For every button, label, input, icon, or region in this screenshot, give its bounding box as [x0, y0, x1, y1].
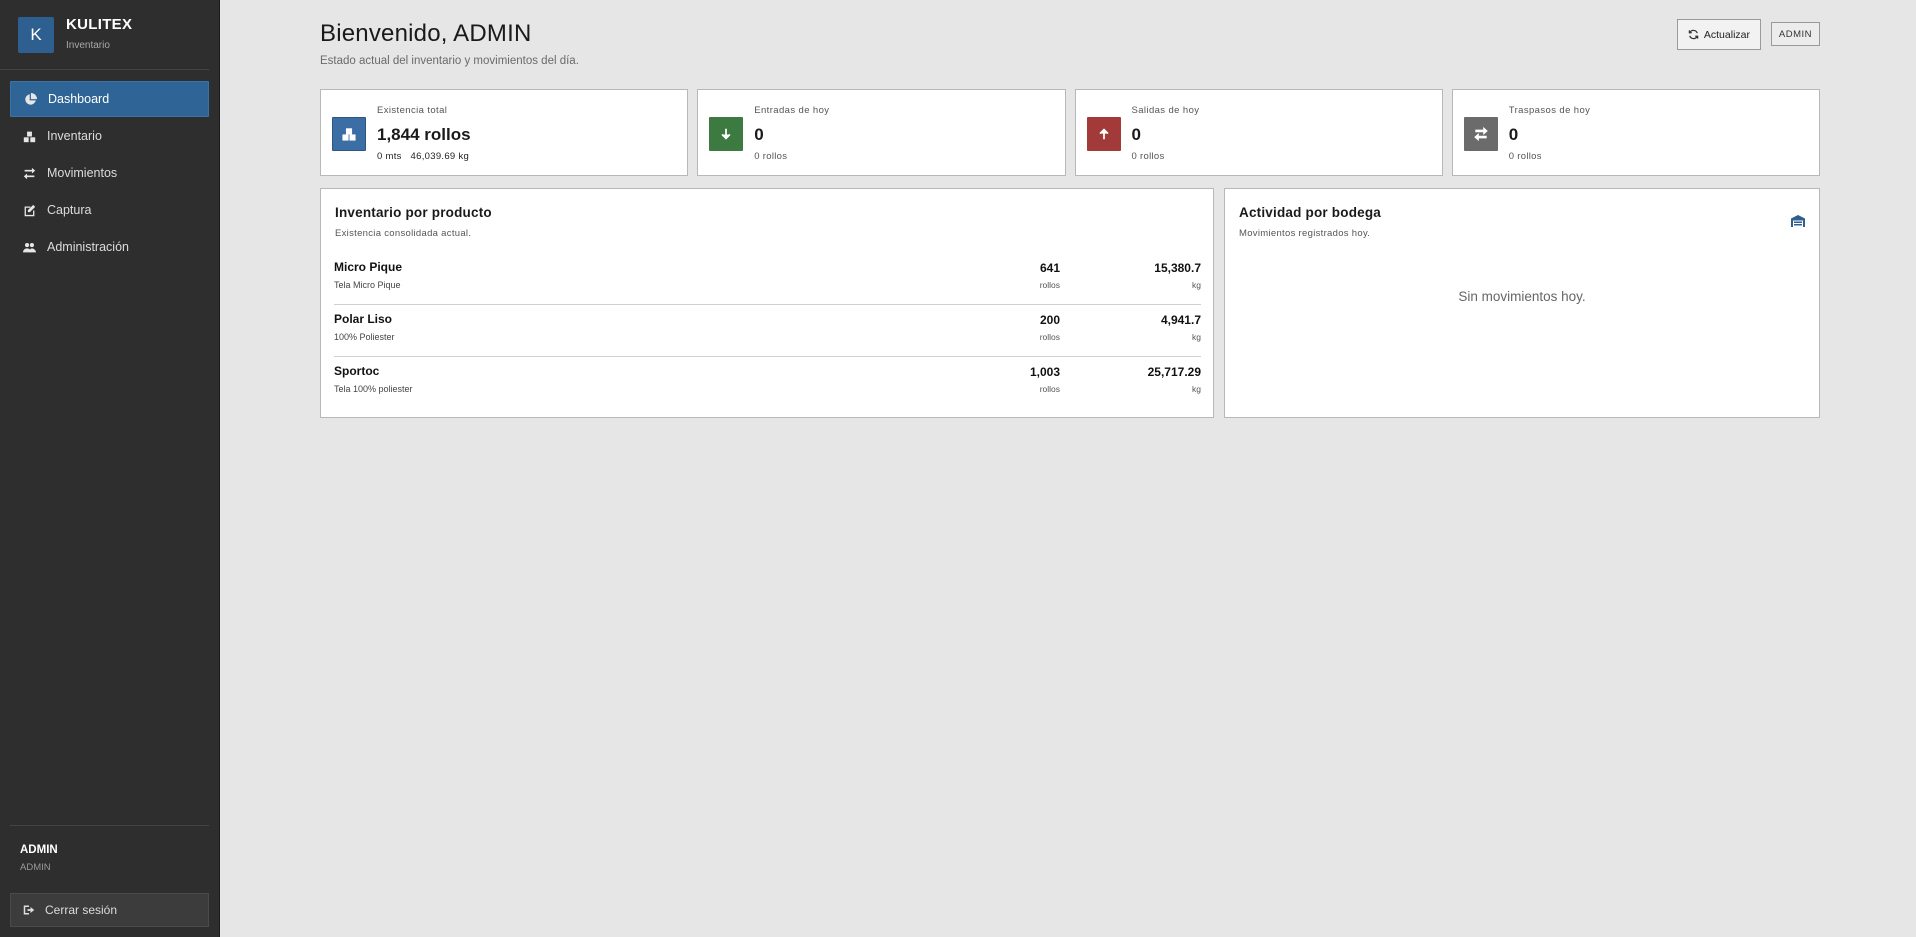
stat-label: Entradas de hoy [754, 105, 830, 116]
refresh-icon [1688, 29, 1699, 40]
empty-message: Sin movimientos hoy. [1458, 289, 1586, 304]
main-content: Bienvenido, ADMIN Estado actual del inve… [320, 0, 1820, 418]
stat-sub: 0 rollos [1508, 151, 1542, 162]
sidebar-item-captura[interactable]: Captura [10, 192, 209, 228]
exchange-icon [21, 165, 37, 181]
boxes-icon [332, 117, 366, 151]
arrow-up-icon [1086, 117, 1121, 151]
refresh-button[interactable]: Actualizar [1676, 19, 1761, 50]
warehouse-activity-panel: Actividad por bodega Movimientos registr… [1224, 188, 1820, 418]
product-kg: 4,941.7 [1160, 313, 1201, 327]
product-qty-unit: rollos [1039, 384, 1060, 394]
brand-name: KULITEX [66, 16, 133, 33]
user-badge-button[interactable]: ADMIN [1770, 22, 1820, 46]
page-subtitle: Estado actual del inventario y movimient… [320, 55, 579, 67]
product-desc: 100% Poliester [334, 332, 395, 342]
stat-label: Existencia total [377, 105, 448, 116]
edit-icon [21, 202, 37, 218]
product-qty: 200 [1039, 313, 1060, 327]
product-qty: 641 [1039, 261, 1060, 275]
product-qty: 1,003 [1029, 365, 1060, 379]
inventory-by-product-panel: Inventario por producto Existencia conso… [320, 188, 1214, 418]
exchange-icon [1463, 117, 1498, 151]
stat-card-salidas: Salidas de hoy 0 0 rollos [1074, 89, 1443, 176]
product-kg-unit: kg [1192, 332, 1201, 342]
panel-title: Actividad por bodega [1239, 205, 1382, 220]
brand: K KULITEX Inventario [0, 0, 209, 70]
page-header: Bienvenido, ADMIN Estado actual del inve… [320, 0, 1820, 89]
product-kg: 15,380.7 [1154, 261, 1201, 275]
sidebar-footer: ADMIN ADMIN Cerrar sesión [10, 825, 209, 927]
sidebar-nav: Dashboard Inventario Movimientos Captura… [0, 81, 219, 265]
stat-sub: 0 rollos [754, 151, 788, 162]
stat-value: 1,844 rollos [377, 125, 471, 144]
panel-subtitle: Movimientos registrados hoy. [1239, 228, 1371, 239]
stat-sub: 0 mts 46,039.69 kg [377, 151, 470, 162]
boxes-icon [21, 128, 37, 144]
stat-value: 0 [1508, 125, 1519, 144]
warehouse-icon [1791, 215, 1805, 227]
panel-subtitle: Existencia consolidada actual. [335, 228, 472, 239]
stat-card-existencia: Existencia total 1,844 rollos 0 mts 46,0… [320, 89, 689, 176]
product-kg: 25,717.29 [1147, 365, 1201, 379]
brand-subtitle: Inventario [66, 40, 110, 51]
product-desc: Tela Micro Pique [334, 280, 401, 290]
sidebar-item-dashboard[interactable]: Dashboard [10, 81, 209, 117]
user-role: ADMIN [20, 862, 51, 873]
product-list: Micro Pique Tela Micro Pique 641 rollos 1… [334, 253, 1201, 409]
users-icon [21, 239, 37, 255]
stat-value: 0 [1131, 125, 1141, 144]
stats-row: Existencia total 1,844 rollos 0 mts 46,0… [320, 89, 1820, 176]
logout-label: Cerrar sesión [45, 903, 118, 917]
product-qty-unit: rollos [1039, 280, 1060, 290]
logout-icon [23, 905, 35, 915]
refresh-label: Actualizar [1703, 28, 1750, 41]
sidebar-item-label: Dashboard [48, 92, 110, 106]
sidebar-item-administracion[interactable]: Administración [10, 229, 209, 265]
sidebar-item-movimientos[interactable]: Movimientos [10, 155, 209, 191]
stat-card-traspasos: Traspasos de hoy 0 0 rollos [1451, 89, 1820, 176]
sidebar-item-label: Captura [47, 203, 92, 217]
stat-label: Salidas de hoy [1131, 105, 1200, 116]
product-name: Micro Pique [334, 260, 403, 274]
product-name: Sportoc [334, 364, 380, 378]
product-row[interactable]: Polar Liso 100% Poliester 200 rollos 4,94… [334, 305, 1201, 357]
sidebar-item-label: Movimientos [47, 166, 118, 180]
arrow-down-icon [709, 117, 744, 151]
sidebar-item-label: Inventario [47, 129, 102, 143]
panel-title: Inventario por producto [335, 205, 492, 220]
sidebar-item-inventario[interactable]: Inventario [10, 118, 209, 154]
product-qty-unit: rollos [1039, 332, 1060, 342]
stat-label: Traspasos de hoy [1508, 105, 1591, 116]
panels-row: Inventario por producto Existencia conso… [320, 188, 1820, 418]
product-kg-unit: kg [1192, 384, 1201, 394]
stat-card-entradas: Entradas de hoy 0 0 rollos [697, 89, 1066, 176]
product-name: Polar Liso [334, 312, 393, 326]
product-row[interactable]: Sportoc Tela 100% poliester 1,003 rollos … [334, 357, 1201, 409]
page-title: Bienvenido, ADMIN [320, 20, 532, 47]
pie-chart-icon [22, 91, 38, 107]
user-name: ADMIN [20, 844, 58, 856]
sidebar: K KULITEX Inventario Dashboard Inventari… [0, 0, 220, 937]
sidebar-item-label: Administración [47, 240, 129, 254]
stat-value: 0 [754, 125, 764, 144]
product-kg-unit: kg [1192, 280, 1201, 290]
brand-logo: K [18, 17, 54, 53]
stat-sub: 0 rollos [1131, 151, 1165, 162]
product-row[interactable]: Micro Pique Tela Micro Pique 641 rollos 1… [334, 253, 1201, 305]
product-desc: Tela 100% poliester [334, 384, 413, 394]
logout-button[interactable]: Cerrar sesión [10, 893, 209, 927]
